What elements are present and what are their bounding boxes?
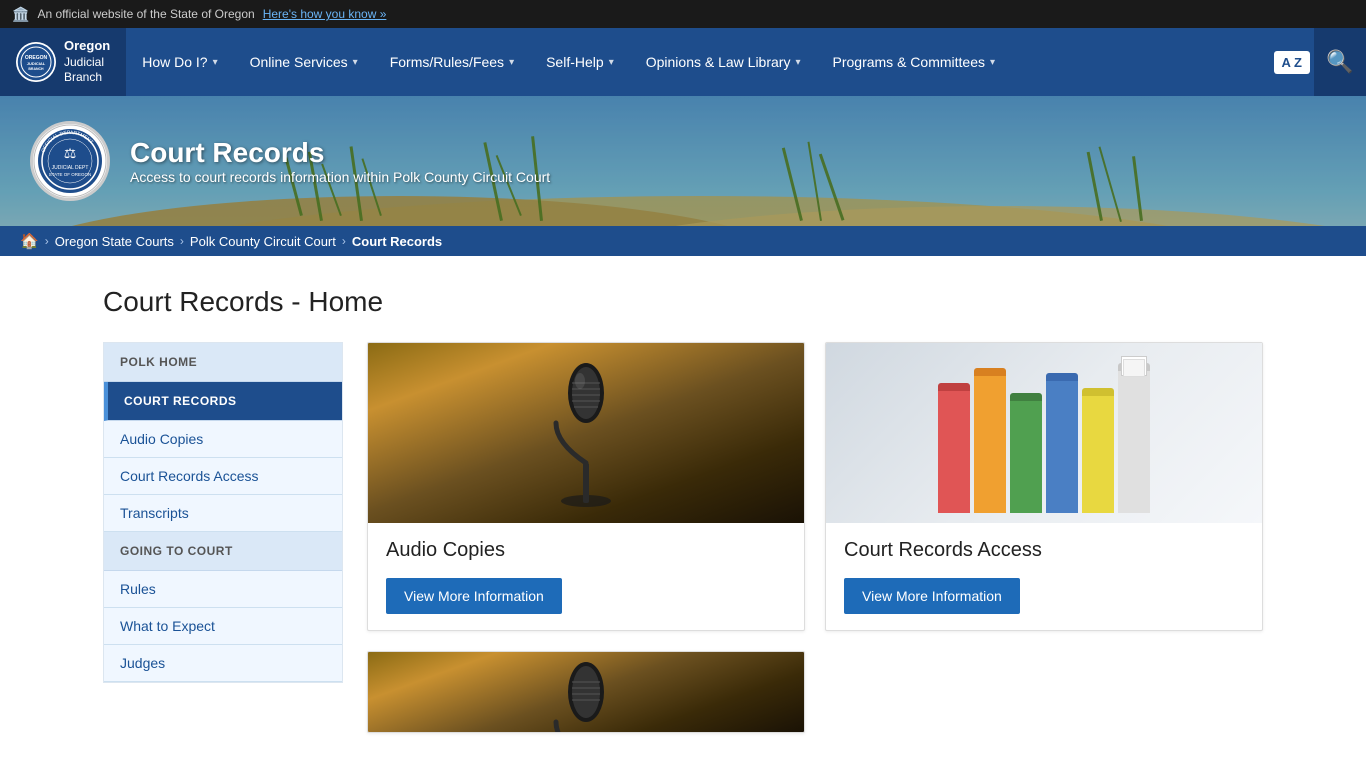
flag-icon: 🏛️ — [12, 6, 29, 23]
hero-seal-svg: ⚖ JUDICIAL DEPT STATE OF OREGON OFFICIAL… — [33, 124, 107, 198]
svg-text:STATE OF OREGON: STATE OF OREGON — [49, 172, 92, 177]
svg-text:JUDICIAL DEPT: JUDICIAL DEPT — [52, 165, 89, 171]
nav-online-services[interactable]: Online Services ▾ — [234, 28, 374, 96]
dropdown-arrow: ▾ — [353, 57, 358, 68]
sidebar-item-what-to-expect[interactable]: What to Expect — [104, 608, 342, 645]
breadcrumb-polk-county[interactable]: Polk County Circuit Court — [190, 234, 336, 249]
nav-opinions-law-library[interactable]: Opinions & Law Library ▾ — [630, 28, 817, 96]
folder-green — [1010, 393, 1042, 513]
breadcrumb-current: Court Records — [352, 234, 442, 249]
card-body: Audio Copies View More Information — [368, 523, 804, 630]
hero-text: Court Records Access to court records in… — [130, 137, 550, 185]
microphone-svg — [536, 353, 636, 513]
nav-self-help[interactable]: Self-Help ▾ — [530, 28, 630, 96]
svg-text:JUDICIAL: JUDICIAL — [27, 61, 46, 66]
dropdown-arrow: ▾ — [990, 57, 995, 68]
home-icon[interactable]: 🏠 — [20, 232, 39, 250]
seal-svg: OREGON JUDICIAL BRANCH — [16, 42, 56, 82]
hero-seal: ⚖ JUDICIAL DEPT STATE OF OREGON OFFICIAL… — [30, 121, 110, 201]
folder-white — [1118, 363, 1150, 513]
card-title-court-records-access: Court Records Access — [844, 539, 1244, 562]
dropdown-arrow: ▾ — [213, 57, 218, 68]
hero-subtitle: Access to court records information with… — [130, 169, 550, 185]
svg-text:⚖: ⚖ — [64, 145, 77, 161]
breadcrumb-oregon-courts[interactable]: Oregon State Courts — [55, 234, 174, 249]
nav-logo[interactable]: OREGON JUDICIAL BRANCH Oregon Judicial B… — [0, 28, 126, 96]
nav-items: How Do I? ▾ Online Services ▾ Forms/Rule… — [126, 28, 1273, 96]
main-navigation: OREGON JUDICIAL BRANCH Oregon Judicial B… — [0, 28, 1366, 96]
logo-text: Oregon Judicial Branch — [64, 38, 110, 86]
sidebar-item-court-records-access[interactable]: Court Records Access — [104, 458, 342, 495]
card-audio-copies: Audio Copies View More Information — [367, 342, 805, 631]
sidebar: POLK HOME COURT RECORDS Audio Copies Cou… — [103, 342, 343, 683]
sidebar-item-rules[interactable]: Rules — [104, 571, 342, 608]
breadcrumb-sep: › — [180, 234, 184, 248]
card-image-folders — [826, 343, 1262, 523]
official-text: An official website of the State of Oreg… — [37, 7, 254, 21]
breadcrumb-sep: › — [342, 234, 346, 248]
how-to-know-link[interactable]: Here's how you know » — [263, 7, 387, 21]
top-bar: 🏛️ An official website of the State of O… — [0, 0, 1366, 28]
breadcrumb-bar: 🏠 › Oregon State Courts › Polk County Ci… — [0, 226, 1366, 256]
sidebar-item-transcripts[interactable]: Transcripts — [104, 495, 342, 532]
card-transcripts — [367, 651, 805, 733]
sidebar-section-going-to-court[interactable]: GOING TO COURT — [104, 532, 342, 571]
folder-yellow — [1082, 388, 1114, 513]
nav-how-do-i[interactable]: How Do I? ▾ — [126, 28, 233, 96]
hero-title: Court Records — [130, 137, 550, 169]
sidebar-item-audio-copies[interactable]: Audio Copies — [104, 421, 342, 458]
card-image-microphone — [368, 343, 804, 523]
folder-blue — [1046, 373, 1078, 513]
folder-red — [938, 383, 970, 513]
card-body: Court Records Access View More Informati… — [826, 523, 1262, 630]
sidebar-section-polk-home[interactable]: POLK HOME — [104, 343, 342, 382]
translate-button[interactable]: A︎ Z︎ — [1274, 51, 1310, 74]
breadcrumb-sep: › — [45, 234, 49, 248]
card-btn-audio-copies[interactable]: View More Information — [386, 578, 562, 614]
page-title: Court Records - Home — [103, 286, 1263, 318]
microphone-svg-2 — [536, 652, 636, 732]
main-content: Court Records - Home POLK HOME COURT REC… — [83, 256, 1283, 763]
content-layout: POLK HOME COURT RECORDS Audio Copies Cou… — [103, 342, 1263, 733]
folders-visual — [938, 353, 1150, 513]
folder-orange — [974, 368, 1006, 513]
card-title-audio-copies: Audio Copies — [386, 539, 786, 562]
hero-content: ⚖ JUDICIAL DEPT STATE OF OREGON OFFICIAL… — [0, 96, 1366, 226]
nav-programs-committees[interactable]: Programs & Committees ▾ — [817, 28, 1012, 96]
cards-area: Audio Copies View More Information — [367, 342, 1263, 733]
dropdown-arrow: ▾ — [795, 57, 800, 68]
sidebar-item-judges[interactable]: Judges — [104, 645, 342, 682]
hero-section: ⚖ JUDICIAL DEPT STATE OF OREGON OFFICIAL… — [0, 96, 1366, 256]
dropdown-arrow: ▾ — [609, 57, 614, 68]
search-icon: 🔍 — [1326, 49, 1353, 75]
sidebar-section-court-records[interactable]: COURT RECORDS — [104, 382, 342, 421]
card-court-records-access: Court Records Access View More Informati… — [825, 342, 1263, 631]
nav-right: A︎ Z︎ 🔍 — [1274, 28, 1366, 96]
card-image-microphone2 — [368, 652, 804, 732]
svg-text:BRANCH: BRANCH — [28, 67, 44, 71]
card-btn-court-records-access[interactable]: View More Information — [844, 578, 1020, 614]
logo-seal: OREGON JUDICIAL BRANCH — [16, 42, 56, 82]
nav-forms-rules-fees[interactable]: Forms/Rules/Fees ▾ — [374, 28, 530, 96]
search-button[interactable]: 🔍 — [1314, 28, 1366, 96]
dropdown-arrow: ▾ — [509, 57, 514, 68]
